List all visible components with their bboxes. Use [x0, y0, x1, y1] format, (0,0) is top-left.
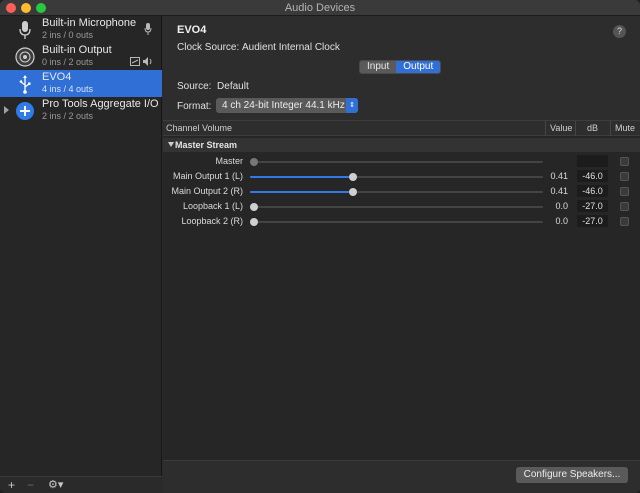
screen-output-icon [130, 57, 140, 66]
device-title: EVO4 [177, 24, 207, 36]
volume-slider-thumb[interactable] [250, 203, 258, 211]
volume-slider-fill [250, 176, 349, 178]
device-io-count: 0 ins / 2 outs [42, 57, 94, 67]
channel-value: 0.0 [555, 216, 568, 226]
disclosure-triangle-open [168, 142, 174, 147]
input-output-segmented-control: Input Output [359, 60, 442, 74]
volume-slider-thumb[interactable] [250, 158, 258, 166]
master-stream-section[interactable]: Master Stream [163, 138, 640, 152]
device-detail-panel: EVO4 ? Clock Source: Audient Internal Cl… [163, 16, 640, 493]
speaker-icon [15, 47, 35, 67]
mic-status-icon [144, 23, 152, 35]
header-value[interactable]: Value [550, 123, 572, 133]
header-mute[interactable]: Mute [615, 123, 635, 133]
volume-icon [143, 57, 152, 66]
tab-output[interactable]: Output [396, 61, 441, 73]
volume-slider-fill [250, 191, 349, 193]
audio-devices-window: Audio Devices Built-in Microphone 2 ins … [0, 0, 640, 493]
table-row: Loopback 1 (L) 0.0 -27.0 [163, 199, 640, 214]
volume-slider[interactable] [250, 188, 543, 196]
volume-slider[interactable] [250, 218, 543, 226]
format-value: 4 ch 24-bit Integer 44.1 kHz [222, 100, 345, 111]
help-button[interactable]: ? [613, 25, 626, 38]
volume-slider-thumb[interactable] [348, 188, 357, 196]
volume-slider[interactable] [250, 173, 543, 181]
volume-slider-thumb[interactable] [348, 173, 357, 181]
channel-db-field[interactable] [577, 155, 608, 167]
configure-speakers-button[interactable]: Configure Speakers... [516, 467, 628, 483]
device-sidebar: Built-in Microphone 2 ins / 0 outs Built… [0, 16, 162, 493]
format-label: Format: [177, 101, 212, 112]
table-row: Master [163, 154, 640, 169]
channel-label: Loopback 2 (R) [181, 216, 243, 226]
clock-source-value: Audient Internal Clock [242, 42, 340, 53]
disclosure-triangle[interactable] [4, 106, 9, 114]
channel-db-field[interactable]: -27.0 [577, 215, 608, 227]
header-channel-volume[interactable]: Channel Volume [166, 123, 232, 133]
select-arrows-icon: ⇕ [346, 98, 358, 113]
device-io-count: 2 ins / 0 outs [42, 30, 94, 40]
microphone-icon [19, 21, 31, 39]
section-label: Master Stream [175, 140, 238, 150]
device-name: EVO4 [42, 71, 72, 83]
mute-checkbox[interactable] [620, 217, 629, 226]
usb-icon [19, 75, 31, 94]
source-value: Default [217, 81, 249, 92]
source-label: Source: Default [177, 81, 249, 92]
volume-slider-thumb[interactable] [250, 218, 258, 226]
channel-db-field[interactable]: -27.0 [577, 200, 608, 212]
sidebar-footer: + − ⚙︎▾ [0, 476, 162, 493]
device-io-count: 2 ins / 2 outs [42, 111, 94, 121]
channel-db-field[interactable]: -46.0 [577, 170, 608, 182]
channel-label: Loopback 1 (L) [182, 201, 243, 211]
channel-label: Master [215, 156, 243, 166]
device-item-evo4[interactable]: EVO4 4 ins / 4 outs [0, 70, 162, 97]
table-row: Main Output 2 (R) 0.41 -46.0 [163, 184, 640, 199]
device-item-built-in-output[interactable]: Built-in Output 0 ins / 2 outs [0, 43, 162, 70]
header-db[interactable]: dB [587, 123, 598, 133]
mute-checkbox[interactable] [620, 172, 629, 181]
device-name: Built-in Output [42, 44, 112, 56]
channel-value: 0.41 [550, 186, 568, 196]
device-io-count: 4 ins / 4 outs [42, 84, 94, 94]
table-row: Main Output 1 (L) 0.41 -46.0 [163, 169, 640, 184]
gear-menu-button[interactable]: ⚙︎▾ [48, 478, 63, 491]
title-bar: Audio Devices [0, 0, 640, 16]
window-title: Audio Devices [284, 2, 356, 14]
channel-label: Main Output 2 (R) [171, 186, 243, 196]
volume-slider[interactable] [250, 158, 543, 166]
volume-slider[interactable] [250, 203, 543, 211]
tab-input[interactable]: Input [360, 61, 397, 73]
mute-checkbox[interactable] [620, 157, 629, 166]
aggregate-plus-icon [16, 102, 34, 120]
device-name: Pro Tools Aggregate I/O [42, 98, 159, 110]
add-device-button[interactable]: + [8, 478, 15, 492]
channel-db-field[interactable]: -46.0 [577, 185, 608, 197]
format-select[interactable]: 4 ch 24-bit Integer 44.1 kHz ⇕ [216, 98, 358, 113]
remove-device-button[interactable]: − [27, 478, 34, 492]
device-item-pro-tools-aggregate[interactable]: Pro Tools Aggregate I/O 2 ins / 2 outs [0, 97, 162, 124]
channel-value: 0.41 [550, 171, 568, 181]
table-row: Loopback 2 (R) 0.0 -27.0 [163, 214, 640, 229]
device-name: Built-in Microphone [42, 17, 137, 29]
device-item-built-in-microphone[interactable]: Built-in Microphone 2 ins / 0 outs [0, 16, 162, 43]
channel-label: Main Output 1 (L) [172, 171, 243, 181]
channel-value: 0.0 [555, 201, 568, 211]
mute-checkbox[interactable] [620, 202, 629, 211]
clock-source-label: Clock Source: [177, 42, 240, 53]
channel-volume-table: Channel Volume Value dB Mute Master Stre… [163, 120, 640, 460]
table-header: Channel Volume Value dB Mute [163, 120, 640, 136]
bottom-bar: Configure Speakers... [163, 460, 640, 493]
mute-checkbox[interactable] [620, 187, 629, 196]
